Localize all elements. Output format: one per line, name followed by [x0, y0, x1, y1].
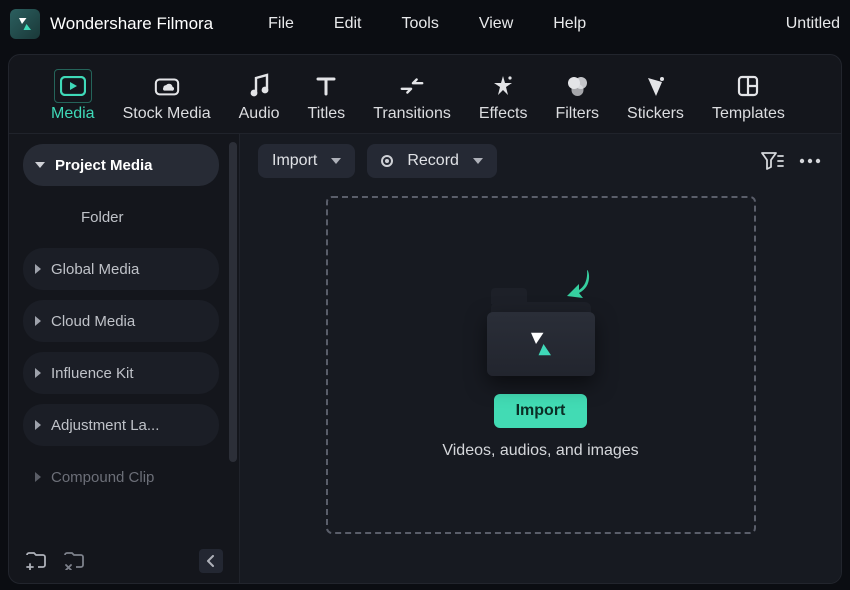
- tab-effects[interactable]: Effects: [475, 69, 532, 127]
- collapse-sidebar-button[interactable]: [199, 549, 223, 573]
- menu-edit[interactable]: Edit: [334, 15, 362, 33]
- main-panel: Import Record: [239, 134, 841, 583]
- tab-label: Audio: [239, 105, 280, 123]
- tab-titles[interactable]: Titles: [304, 69, 350, 127]
- sidebar-item-label: Project Media: [55, 157, 153, 174]
- sidebar-item-label: Adjustment La...: [51, 417, 159, 434]
- templates-icon: [735, 73, 761, 99]
- download-arrow-icon: [557, 266, 597, 310]
- sidebar-item-label: Influence Kit: [51, 365, 134, 382]
- menu-items: File Edit Tools View Help: [268, 15, 586, 33]
- filter-sort-button[interactable]: [759, 148, 785, 174]
- chevron-down-icon: [473, 158, 483, 164]
- transitions-icon: [399, 73, 425, 99]
- chevron-right-icon: [35, 420, 41, 430]
- drop-caption: Videos, audios, and images: [442, 442, 638, 460]
- sidebar-item-cloud-media[interactable]: Cloud Media: [23, 300, 219, 342]
- sidebar-column: Project Media Folder Global Media Cloud …: [9, 134, 239, 583]
- app-name: Wondershare Filmora: [50, 14, 213, 34]
- menu-file[interactable]: File: [268, 15, 294, 33]
- chevron-left-icon: [206, 555, 216, 567]
- tab-filters[interactable]: Filters: [551, 69, 603, 127]
- scrollbar-thumb[interactable]: [229, 142, 237, 462]
- tab-media[interactable]: Media: [47, 69, 99, 127]
- tab-templates[interactable]: Templates: [708, 69, 789, 127]
- tab-label: Transitions: [373, 105, 451, 123]
- chevron-right-icon: [35, 472, 41, 482]
- sidebar-item-label: Compound Clip: [51, 469, 154, 486]
- sidebar-item-label: Global Media: [51, 261, 139, 278]
- tab-label: Media: [51, 105, 95, 123]
- import-dropdown[interactable]: Import: [258, 144, 355, 178]
- import-button[interactable]: Import: [494, 394, 588, 428]
- titles-icon: [313, 73, 339, 99]
- sidebar-item-influence-kit[interactable]: Influence Kit: [23, 352, 219, 394]
- tab-stickers[interactable]: Stickers: [623, 69, 688, 127]
- tab-label: Stickers: [627, 105, 684, 123]
- workspace: Media Stock Media Audio Titles Transitio: [8, 54, 842, 584]
- new-folder-icon[interactable]: [25, 550, 47, 572]
- tab-stock-media[interactable]: Stock Media: [119, 69, 215, 127]
- tab-transitions[interactable]: Transitions: [369, 69, 455, 127]
- tab-label: Titles: [308, 105, 346, 123]
- document-title: Untitled: [786, 15, 840, 33]
- drop-area-container: Import Videos, audios, and images: [240, 188, 841, 583]
- app-logo: [10, 9, 40, 39]
- audio-icon: [246, 73, 272, 99]
- sidebar-scrollbar[interactable]: [229, 142, 237, 531]
- record-dropdown[interactable]: Record: [367, 144, 497, 178]
- import-label: Import: [272, 152, 317, 170]
- delete-folder-icon[interactable]: [63, 550, 85, 572]
- sidebar-item-label: Cloud Media: [51, 313, 135, 330]
- tab-strip: Media Stock Media Audio Titles Transitio: [9, 55, 841, 134]
- record-label: Record: [407, 152, 459, 170]
- more-options-button[interactable]: [797, 148, 823, 174]
- tab-label: Templates: [712, 105, 785, 123]
- sidebar-item-label: Folder: [81, 209, 124, 226]
- sidebar-footer: [9, 539, 239, 583]
- chevron-down-icon: [331, 158, 341, 164]
- media-icon: [60, 73, 86, 99]
- stickers-icon: [642, 73, 668, 99]
- sidebar-item-global-media[interactable]: Global Media: [23, 248, 219, 290]
- menu-help[interactable]: Help: [553, 15, 586, 33]
- menu-tools[interactable]: Tools: [402, 15, 439, 33]
- record-icon: [381, 155, 393, 167]
- menu-view[interactable]: View: [479, 15, 513, 33]
- chevron-right-icon: [35, 264, 41, 274]
- sidebar-item-folder[interactable]: Folder: [23, 196, 219, 238]
- effects-icon: [490, 73, 516, 99]
- filmora-logo-icon: [16, 15, 34, 33]
- main-toolbar: Import Record: [240, 134, 841, 188]
- tab-label: Effects: [479, 105, 528, 123]
- sidebar-item-project-media[interactable]: Project Media: [23, 144, 219, 186]
- chevron-right-icon: [35, 368, 41, 378]
- cloud-media-icon: [154, 73, 180, 99]
- media-sidebar: Project Media Folder Global Media Cloud …: [9, 134, 227, 539]
- tab-label: Stock Media: [123, 105, 211, 123]
- folder-graphic: [481, 270, 601, 380]
- tab-audio[interactable]: Audio: [235, 69, 284, 127]
- chevron-right-icon: [35, 316, 41, 326]
- chevron-down-icon: [35, 162, 45, 168]
- import-drop-zone[interactable]: Import Videos, audios, and images: [326, 196, 756, 534]
- filters-icon: [564, 73, 590, 99]
- sidebar-item-compound-clip[interactable]: Compound Clip: [23, 456, 219, 498]
- menu-bar: Wondershare Filmora File Edit Tools View…: [0, 0, 850, 48]
- tab-label: Filters: [555, 105, 599, 123]
- content-area: Project Media Folder Global Media Cloud …: [9, 134, 841, 583]
- filmora-logo-icon: [526, 329, 556, 359]
- sidebar-item-adjustment-layer[interactable]: Adjustment La...: [23, 404, 219, 446]
